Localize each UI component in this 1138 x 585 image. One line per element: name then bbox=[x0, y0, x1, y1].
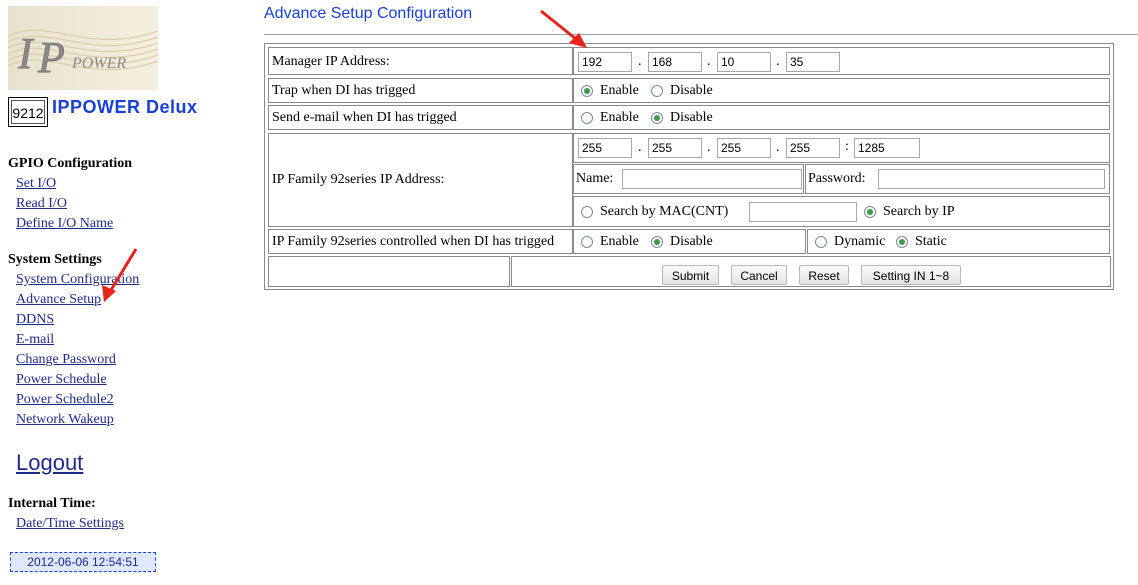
search-by-mac-radio[interactable] bbox=[581, 206, 593, 218]
link-ddns[interactable]: DDNS bbox=[16, 312, 54, 328]
family-control-enable-radio[interactable] bbox=[581, 236, 593, 248]
clock-display: 2012-06-06 12:54:51 bbox=[10, 552, 156, 572]
static-radio[interactable] bbox=[896, 236, 908, 248]
annotation-arrow-icon bbox=[540, 9, 587, 48]
email-di-value-cell: Enable Disable bbox=[573, 105, 1110, 130]
manager-ip-octet-4[interactable] bbox=[786, 52, 840, 72]
family-ip-octet-1[interactable] bbox=[578, 138, 632, 158]
link-define-io-name[interactable]: Define I/O Name bbox=[16, 216, 113, 232]
search-by-ip-label: Search by IP bbox=[883, 204, 955, 219]
family-control-disable-radio[interactable] bbox=[651, 236, 663, 248]
family-password-label: Password: bbox=[808, 171, 866, 186]
email-di-disable-label: Disable bbox=[670, 110, 713, 125]
trap-di-disable-radio[interactable] bbox=[651, 85, 663, 97]
submit-button[interactable]: Submit bbox=[662, 265, 719, 285]
link-network-wakeup[interactable]: Network Wakeup bbox=[16, 412, 114, 428]
reset-button[interactable]: Reset bbox=[799, 265, 849, 285]
family-search-cell: Search by MAC(CNT) Search by IP bbox=[573, 196, 1110, 227]
ip-dot: . bbox=[707, 140, 711, 155]
manager-ip-value-cell: . . . bbox=[573, 47, 1110, 75]
dynamic-radio[interactable] bbox=[815, 236, 827, 248]
email-di-enable-radio[interactable] bbox=[581, 112, 593, 124]
link-advance-setup[interactable]: Advance Setup bbox=[16, 292, 101, 308]
svg-text:I: I bbox=[17, 29, 35, 78]
family-control-enable-label: Enable bbox=[600, 234, 639, 249]
family-name-cell: Name: bbox=[573, 164, 804, 194]
trap-di-value-cell: Enable Disable bbox=[573, 78, 1110, 103]
button-row-cell: Submit Cancel Reset Setting IN 1~8 bbox=[511, 256, 1111, 287]
logout-link[interactable]: Logout bbox=[16, 450, 83, 476]
link-set-io[interactable]: Set I/O bbox=[16, 176, 56, 192]
link-read-io[interactable]: Read I/O bbox=[16, 196, 67, 212]
advance-setup-form: Manager IP Address: . . . Trap when DI h… bbox=[264, 43, 1114, 290]
manager-ip-octet-2[interactable] bbox=[648, 52, 702, 72]
family-ip-label: IP Family 92series IP Address: bbox=[272, 172, 445, 187]
family-ip-address-cell: . . . : bbox=[573, 133, 1110, 163]
ip-dot: . bbox=[707, 54, 711, 69]
trap-di-label: Trap when DI has trigged bbox=[272, 83, 416, 98]
internal-time-heading: Internal Time: bbox=[8, 496, 96, 511]
family-ip-label-cell: IP Family 92series IP Address: bbox=[268, 133, 573, 227]
button-row-spacer-cell bbox=[268, 256, 510, 287]
manager-ip-label-cell: Manager IP Address: bbox=[268, 47, 573, 75]
email-di-disable-radio[interactable] bbox=[651, 112, 663, 124]
search-by-mac-label: Search by MAC(CNT) bbox=[600, 204, 729, 219]
email-di-enable-label: Enable bbox=[600, 110, 639, 125]
family-control-label: IP Family 92series controlled when DI ha… bbox=[272, 234, 555, 249]
family-control-disable-label: Disable bbox=[670, 234, 713, 249]
family-ip-octet-4[interactable] bbox=[786, 138, 840, 158]
link-change-password[interactable]: Change Password bbox=[16, 352, 116, 368]
search-by-ip-radio[interactable] bbox=[864, 206, 876, 218]
gpio-heading: GPIO Configuration bbox=[8, 156, 133, 171]
manager-ip-octet-1[interactable] bbox=[578, 52, 632, 72]
family-password-cell: Password: bbox=[805, 164, 1110, 194]
family-control-enable-cell: Enable Disable bbox=[573, 229, 806, 254]
family-name-label: Name: bbox=[576, 171, 614, 186]
dynamic-label: Dynamic bbox=[834, 234, 886, 249]
link-email[interactable]: E-mail bbox=[16, 332, 54, 348]
setting-in-button[interactable]: Setting IN 1~8 bbox=[861, 265, 961, 285]
system-heading: System Settings bbox=[8, 252, 102, 267]
family-password-input[interactable] bbox=[878, 169, 1105, 189]
trap-di-enable-label: Enable bbox=[600, 83, 639, 98]
family-ip-port[interactable] bbox=[854, 138, 920, 158]
family-ip-octet-2[interactable] bbox=[648, 138, 702, 158]
model-number: 9212 bbox=[11, 100, 45, 124]
email-di-label: Send e-mail when DI has trigged bbox=[272, 110, 457, 125]
annotation-arrow-icon bbox=[102, 248, 138, 302]
svg-text:P: P bbox=[37, 33, 65, 82]
link-date-time-settings[interactable]: Date/Time Settings bbox=[16, 516, 124, 532]
manager-ip-octet-3[interactable] bbox=[717, 52, 771, 72]
static-label: Static bbox=[915, 234, 947, 249]
ip-dot: . bbox=[776, 140, 780, 155]
ip-dot: . bbox=[776, 54, 780, 69]
svg-text:POWER: POWER bbox=[71, 55, 126, 72]
ippower-logo: I P POWER bbox=[7, 6, 159, 90]
trap-di-disable-label: Disable bbox=[670, 83, 713, 98]
title-divider bbox=[264, 34, 1138, 35]
family-control-label-cell: IP Family 92series controlled when DI ha… bbox=[268, 229, 573, 254]
ip-dot: . bbox=[638, 54, 642, 69]
page-title: Advance Setup Configuration bbox=[264, 5, 473, 22]
trap-di-enable-radio[interactable] bbox=[581, 85, 593, 97]
ip-dot: . bbox=[638, 140, 642, 155]
model-name: IPPOWER Delux bbox=[52, 97, 198, 117]
link-power-schedule2[interactable]: Power Schedule2 bbox=[16, 392, 114, 408]
cancel-button[interactable]: Cancel bbox=[731, 265, 787, 285]
family-control-mode-cell: Dynamic Static bbox=[807, 229, 1110, 254]
email-di-label-cell: Send e-mail when DI has trigged bbox=[268, 105, 573, 130]
port-colon: : bbox=[845, 139, 849, 154]
link-power-schedule[interactable]: Power Schedule bbox=[16, 372, 107, 388]
manager-ip-label: Manager IP Address: bbox=[272, 54, 390, 69]
trap-di-label-cell: Trap when DI has trigged bbox=[268, 78, 573, 103]
mac-cnt-input[interactable] bbox=[749, 202, 857, 222]
family-name-input[interactable] bbox=[622, 169, 802, 189]
model-number-box: 9212 bbox=[8, 97, 48, 127]
family-ip-octet-3[interactable] bbox=[717, 138, 771, 158]
